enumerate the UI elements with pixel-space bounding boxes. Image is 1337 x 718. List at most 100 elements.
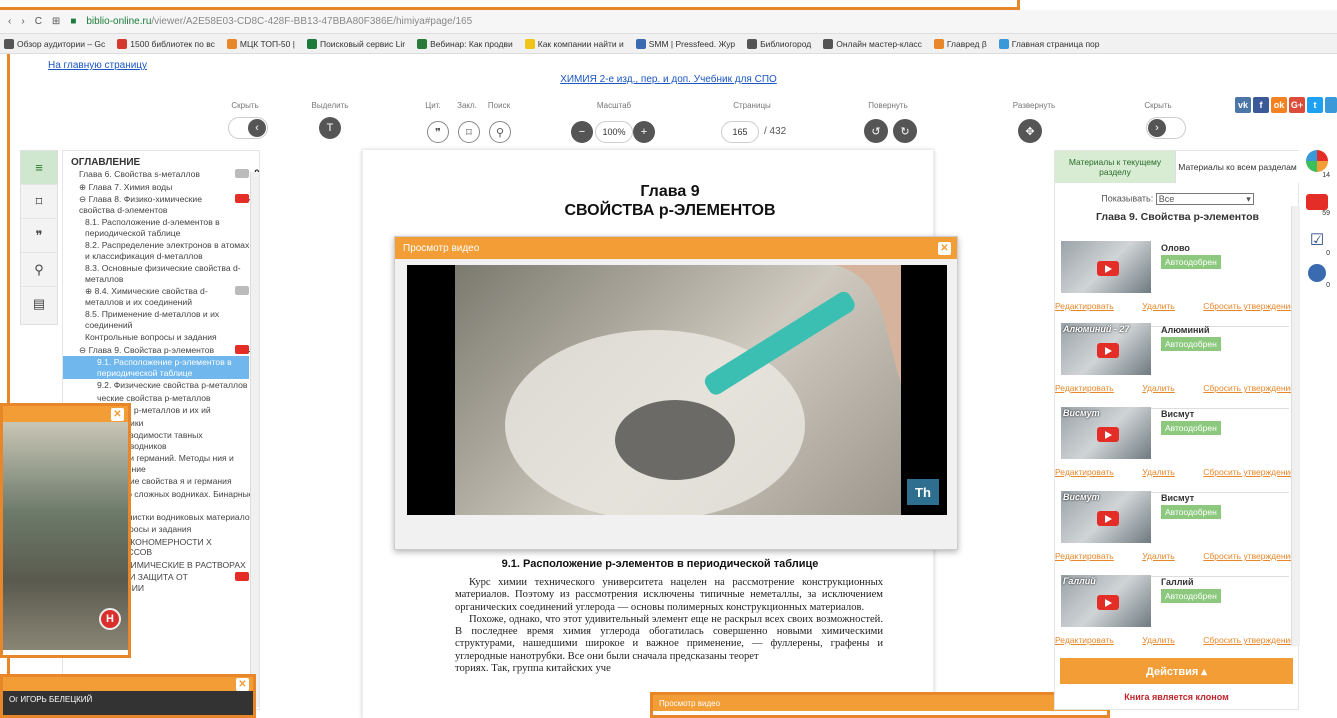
play-icon[interactable] xyxy=(1097,261,1119,276)
reload-icon[interactable]: C xyxy=(35,16,42,27)
apps-icon[interactable]: ⊞ xyxy=(52,16,60,27)
play-icon[interactable] xyxy=(1097,595,1119,610)
materials-logo[interactable]: 14 xyxy=(1304,150,1330,179)
delete-link[interactable]: Удалить xyxy=(1142,383,1174,393)
url-text[interactable]: biblio-online.ru/viewer/A2E58E03-CD8C-42… xyxy=(86,16,472,27)
expand-button[interactable]: ✥ xyxy=(1018,119,1042,143)
toc-item[interactable]: Глава 6. Свойства s-металлов9 xyxy=(63,168,259,181)
highlight-button[interactable]: T xyxy=(319,117,341,139)
videos-toggle[interactable]: 59 xyxy=(1304,194,1330,217)
edit-link[interactable]: Редактировать xyxy=(1055,467,1114,477)
reset-approval-link[interactable]: Сбросить утверждение xyxy=(1203,467,1295,477)
notes-icon[interactable]: ▤ xyxy=(21,287,57,321)
toc-item[interactable]: 9.1. Расположение p-элементов в периодич… xyxy=(63,356,249,379)
bookmark-item[interactable]: Вебинар: Как продви xyxy=(417,38,513,49)
search-button[interactable]: ⚲ xyxy=(489,121,511,143)
toc-item[interactable]: 8.3. Основные физические свойства d-мета… xyxy=(63,262,259,285)
video-title[interactable]: Висмут xyxy=(1161,409,1194,419)
facebook-icon[interactable]: f xyxy=(1253,97,1269,113)
video-title[interactable]: Галлий xyxy=(1161,577,1194,587)
search-icon[interactable]: ⚲ xyxy=(21,253,57,287)
home-link[interactable]: На главную страницу xyxy=(48,60,147,71)
video-title[interactable]: Олово xyxy=(1161,243,1190,253)
googleplus-icon[interactable]: G+ xyxy=(1289,97,1305,113)
show-select[interactable]: Все ▾ xyxy=(1155,193,1254,205)
close-icon[interactable]: ✕ xyxy=(938,241,951,255)
toc-item[interactable]: Контрольные вопросы и задания xyxy=(63,331,259,344)
tab-current-section[interactable]: Материалы к текущему разделу xyxy=(1055,151,1175,183)
delete-link[interactable]: Удалить xyxy=(1142,467,1174,477)
play-icon[interactable] xyxy=(1097,427,1119,442)
bookmark-button[interactable]: ⌑ xyxy=(458,121,480,143)
reset-approval-link[interactable]: Сбросить утверждение xyxy=(1203,551,1295,561)
video-player[interactable]: Th xyxy=(407,265,947,515)
bookmark-item[interactable]: Поисковый сервис Lir xyxy=(306,38,405,49)
cite-button[interactable]: ❞ xyxy=(427,121,449,143)
edit-link[interactable]: Редактировать xyxy=(1055,301,1114,311)
address-bar[interactable]: ‹ › C ⊞ ■ biblio-online.ru/viewer/A2E58E… xyxy=(0,10,1337,34)
bookmark-item[interactable]: SMM | Pressfeed. Жур xyxy=(635,38,735,49)
book-title[interactable]: ХИМИЯ 2-е изд., пер. и доп. Учебник для … xyxy=(0,74,1337,85)
toc-item[interactable]: 8.2. Распределение электронов в атомах и… xyxy=(63,239,259,262)
vk-icon[interactable]: vk xyxy=(1235,97,1251,113)
video-thumbnail[interactable]: Висмут xyxy=(1061,407,1151,459)
video-thumbnail[interactable]: Галлий xyxy=(1061,575,1151,627)
back-icon[interactable]: ‹ xyxy=(8,16,11,27)
close-icon[interactable]: ✕ xyxy=(236,677,249,691)
close-icon[interactable]: ✕ xyxy=(111,407,124,421)
bookmark-item[interactable]: МЦК ТОП-50 | xyxy=(226,38,295,49)
play-icon[interactable] xyxy=(1097,511,1119,526)
edit-link[interactable]: Редактировать xyxy=(1055,635,1114,645)
hide-left-toggle[interactable]: ‹ xyxy=(228,117,268,139)
rotate-right-button[interactable]: ↻ xyxy=(893,119,917,143)
video-thumbnail[interactable]: Алюминий - 27 xyxy=(1061,323,1151,375)
current-page-input[interactable]: 165 xyxy=(721,121,759,143)
toc-item[interactable]: ⊖ Глава 9. Свойства p-элементов14 xyxy=(63,344,259,357)
hide-right-toggle[interactable]: › xyxy=(1146,117,1186,139)
toc-item[interactable]: 8.1. Расположение d-элементов в периодич… xyxy=(63,216,259,239)
video-title[interactable]: Висмут xyxy=(1161,493,1194,503)
tests-toggle[interactable]: ☑ 0 xyxy=(1304,230,1330,257)
zoom-value[interactable]: 100% xyxy=(595,121,633,143)
play-icon[interactable] xyxy=(1097,343,1119,358)
edit-link[interactable]: Редактировать xyxy=(1055,383,1114,393)
bookmark-item[interactable]: Главред β xyxy=(933,38,987,49)
audio-toggle[interactable]: 0 xyxy=(1304,264,1330,289)
floating-video-left[interactable]: ✕ H xyxy=(0,403,131,658)
bookmarks-icon[interactable]: ⌑ xyxy=(21,185,57,219)
video-title[interactable]: Алюминий xyxy=(1161,325,1209,335)
floating-video-bottom[interactable]: ✕ Ог ИГОРЬ БЕЛЕЦКИЙ xyxy=(0,674,256,718)
reset-approval-link[interactable]: Сбросить утверждение xyxy=(1203,383,1295,393)
bookmark-item[interactable]: Обзор аудитории – Gc xyxy=(4,38,105,49)
toc-item[interactable]: ⊖ Глава 8. Физико-химические свойства d-… xyxy=(63,193,259,216)
delete-link[interactable]: Удалить xyxy=(1142,301,1174,311)
rotate-left-button[interactable]: ↺ xyxy=(864,119,888,143)
video-frame[interactable]: H xyxy=(3,422,128,650)
toc-item[interactable]: ⊕ Глава 7. Химия воды xyxy=(63,181,259,194)
video-thumbnail[interactable] xyxy=(1061,241,1151,293)
forward-icon[interactable]: › xyxy=(21,16,24,27)
zoom-in-button[interactable]: + xyxy=(633,121,655,143)
bookmark-item[interactable]: Библиогород xyxy=(747,38,811,49)
odnoklassniki-icon[interactable]: ok xyxy=(1271,97,1287,113)
toc-item[interactable]: 8.5. Применение d-металлов и их соединен… xyxy=(63,308,259,331)
panel-scrollbar[interactable] xyxy=(1291,206,1300,646)
toc-item[interactable]: 9.2. Физические свойства p-металлов xyxy=(63,379,259,392)
bookmark-item[interactable]: Как компании найти и xyxy=(524,38,624,49)
share-icon[interactable] xyxy=(1325,97,1337,113)
reset-approval-link[interactable]: Сбросить утверждение xyxy=(1203,635,1295,645)
tab-all-sections[interactable]: Материалы ко всем разделам xyxy=(1175,151,1299,183)
delete-link[interactable]: Удалить xyxy=(1142,551,1174,561)
toc-icon[interactable]: ≡ xyxy=(21,151,57,185)
quotes-icon[interactable]: ❞ xyxy=(21,219,57,253)
bookmark-item[interactable]: Главная страница пор xyxy=(998,38,1100,49)
zoom-out-button[interactable]: − xyxy=(571,121,593,143)
reset-approval-link[interactable]: Сбросить утверждение xyxy=(1203,301,1295,311)
bookmark-item[interactable]: Онлайн мастер-класс xyxy=(823,38,922,49)
bookmark-item[interactable]: 1500 библиотек по вс xyxy=(117,38,215,49)
toc-scrollbar[interactable] xyxy=(250,172,259,707)
toc-item[interactable]: ⊕ 8.4. Химические свойства d-металлов и … xyxy=(63,285,259,308)
video-thumbnail[interactable]: Висмут xyxy=(1061,491,1151,543)
twitter-icon[interactable]: t xyxy=(1307,97,1323,113)
delete-link[interactable]: Удалить xyxy=(1142,635,1174,645)
